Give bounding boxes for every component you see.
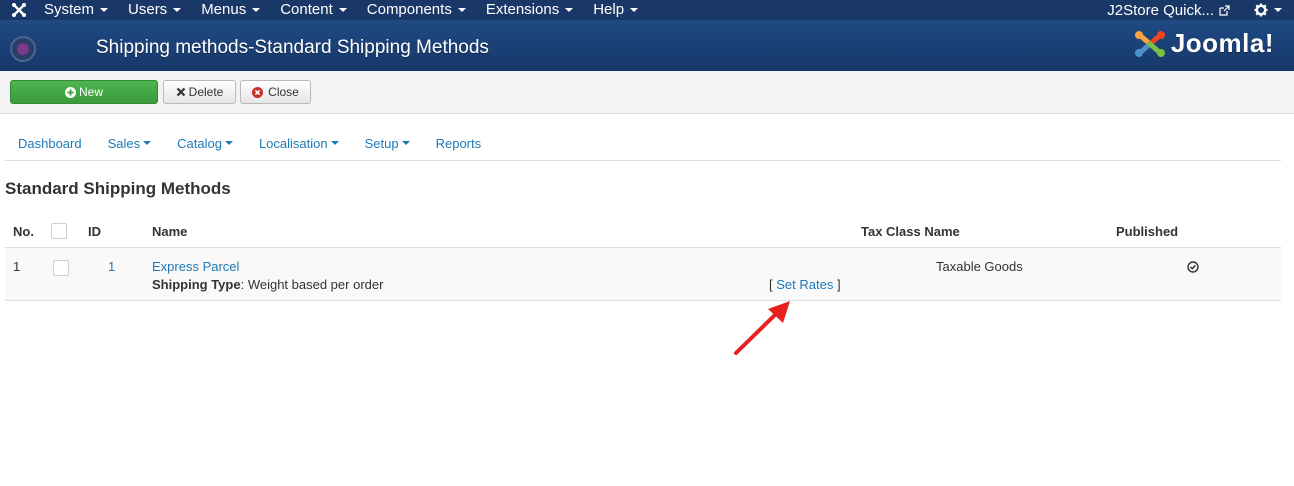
submenu-setup[interactable]: Setup [352,126,423,161]
menu-label: Users [128,1,168,18]
caret-down-icon [1274,8,1282,12]
caret-down-icon [252,8,261,12]
menu-label: Extensions [485,1,560,18]
submenu-localisation[interactable]: Localisation [246,126,352,161]
bracket-close: ] [836,277,841,292]
submenu-label: Localisation [258,135,328,151]
section-title: Standard Shipping Methods [5,179,231,198]
settings-menu[interactable] [1254,3,1282,17]
toolbar: New Delete Close [0,71,1294,114]
caret-down-icon [401,141,410,145]
menu-components[interactable]: Components [357,0,476,20]
j2store-quick-link[interactable]: J2Store Quick... [1107,2,1230,19]
submenu-label: Sales [107,135,141,151]
annotation-arrow-icon [730,296,800,361]
caret-down-icon [173,8,182,12]
published-check-icon[interactable] [1187,261,1199,273]
menu-system[interactable]: System [34,0,118,20]
caret-down-icon [338,8,347,12]
submenu-label: Reports [435,135,482,151]
menu-label: Components [366,1,452,18]
method-name-link[interactable]: Express Parcel [152,259,239,274]
caret-down-icon [630,8,639,12]
shipping-methods-table: No. ID Name Tax Class Name Published 1 1… [5,214,1281,301]
caret-down-icon [143,141,152,145]
caret-down-icon [224,141,233,145]
col-tax-class[interactable]: Tax Class Name [861,224,960,239]
close-button[interactable]: Close [240,80,311,104]
set-rates-wrapper: [ Set Rates ] [769,277,841,292]
delete-button[interactable]: Delete [163,80,236,104]
select-all-checkbox[interactable] [51,223,67,239]
page-title: Shipping methods-Standard Shipping Metho… [96,37,489,58]
submenu-label: Dashboard [18,135,82,151]
set-rates-link[interactable]: Set Rates [776,277,833,292]
delete-button-label: Delete [188,85,224,99]
submenu-dashboard[interactable]: Dashboard [5,126,95,161]
page-header: Shipping methods-Standard Shipping Metho… [0,20,1294,71]
table-row: 1 1 Express Parcel Shipping Type: Weight… [5,248,1281,301]
caret-down-icon [457,8,466,12]
brand-text: Joomla! [1170,28,1274,58]
caret-down-icon [100,8,109,12]
shipping-type: Shipping Type: Weight based per order [152,277,383,292]
bracket-open: [ [769,277,773,292]
external-link-icon [1219,4,1230,16]
row-id-link[interactable]: 1 [108,259,115,274]
menu-users[interactable]: Users [118,0,191,20]
quick-link-label: J2Store Quick... [1107,1,1214,19]
menu-label: Content [280,1,333,18]
submenu-label: Setup [364,135,399,151]
new-button-label: New [78,85,103,99]
menu-extensions[interactable]: Extensions [476,0,583,20]
row-number: 1 [13,259,21,274]
shipping-type-label: Shipping Type [152,277,241,292]
submenu-sales[interactable]: Sales [95,126,165,161]
component-icon [10,36,36,62]
menu-menus[interactable]: Menus [191,0,270,20]
table-header-row: No. ID Name Tax Class Name Published [5,214,1281,248]
joomla-logo-icon[interactable] [4,0,34,20]
component-submenu: Dashboard Sales Catalog Localisation Set… [5,126,1281,161]
joomla-logo-icon [1133,29,1167,59]
menu-label: System [44,1,95,18]
shipping-type-value: : Weight based per order [240,277,384,292]
submenu-reports[interactable]: Reports [423,126,495,161]
close-circle-icon [252,86,264,98]
caret-down-icon [330,141,339,145]
x-icon [176,87,186,97]
col-published[interactable]: Published [1116,224,1178,239]
menu-label: Menus [201,1,247,18]
col-name[interactable]: Name [152,224,187,239]
plus-circle-icon [64,86,76,98]
submenu-catalog[interactable]: Catalog [164,126,246,161]
tax-class-value: Taxable Goods [936,259,1023,274]
row-checkbox[interactable] [53,260,69,276]
col-no: No. [13,224,34,239]
submenu-label: Catalog [177,135,222,151]
joomla-brand: Joomla! [1133,28,1274,59]
menu-help[interactable]: Help [583,0,648,20]
menu-label: Help [593,1,625,18]
col-id[interactable]: ID [88,224,101,239]
top-menu-bar: System Users Menus Content Components Ex… [0,0,1294,20]
menu-content[interactable]: Content [270,0,357,20]
caret-down-icon [565,8,574,12]
close-button-label: Close [268,85,299,99]
gear-icon [1254,3,1268,17]
new-button[interactable]: New [10,80,158,104]
